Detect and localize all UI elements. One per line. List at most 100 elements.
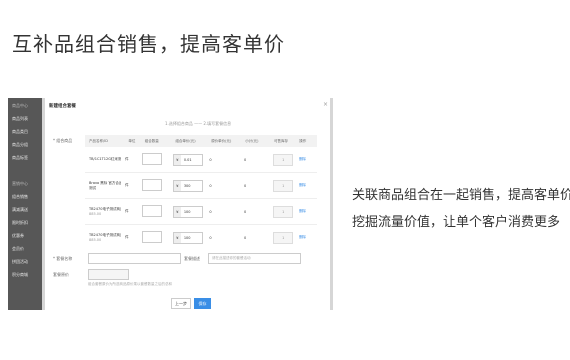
qty-input[interactable] <box>141 205 162 217</box>
product-name: Bravo 黑标 官方合适测试 <box>89 180 122 190</box>
table-row: TB2470电子测试商品 885.00 件 ¥100 0 0 1 删除 <box>85 225 317 245</box>
modal-title: 新建组合套餐 <box>49 104 76 109</box>
stock-cell: 1 <box>269 153 295 166</box>
sidebar-item <box>8 166 42 176</box>
sidebar-item[interactable]: 优惠券 <box>8 231 42 241</box>
product-name: TB/1C1T12G红米测试 <box>89 157 122 161</box>
steps-indicator: 1.选择组合商品 —— 2.填写套餐信息 <box>165 121 232 126</box>
desc-label: 套餐描述 <box>184 256 200 261</box>
price-cell: ¥100 <box>169 231 206 244</box>
sidebar-item[interactable]: 商品列表 <box>8 114 42 124</box>
column-header: 小计(元) <box>245 138 259 143</box>
sidebar-item[interactable]: 拼团活动 <box>8 257 42 267</box>
subtotal: 0 <box>244 235 247 240</box>
name-label: * 套餐名称 <box>53 256 73 261</box>
product-sub: 885.00 <box>89 237 102 242</box>
stock-input: 1 <box>273 205 294 218</box>
sidebar-item <box>8 283 42 293</box>
original-price: 0 <box>209 209 212 214</box>
price-input <box>88 269 129 280</box>
subtotal: 0 <box>244 209 247 214</box>
qty-cell <box>138 179 169 192</box>
price-label: 套餐原价 <box>53 272 69 277</box>
products-table: 产品名称/ID 单位 组合数量 组合单价(元) 原价单价(元) 小计(元) 可售库存 操作 T… <box>85 135 317 245</box>
unit-cell: 件 <box>125 235 129 239</box>
table-row: TB/1C1T12G红米测试件 ¥0.01 0 0 1删除 <box>85 147 317 173</box>
original-price: 0 <box>209 183 212 188</box>
desc-input[interactable]: 请在此描述你的套餐活动 <box>208 253 301 264</box>
qty-input[interactable] <box>141 153 162 165</box>
price-input[interactable]: ¥100 <box>172 205 203 218</box>
save-button[interactable]: 保存 <box>194 298 211 309</box>
currency-symbol: ¥ <box>173 180 181 191</box>
delete-link[interactable]: 删除 <box>295 209 317 214</box>
unit-cell: 件 <box>125 183 129 187</box>
product-cell: TB2470电子测试商品 885.00 <box>85 233 121 243</box>
qty-cell <box>138 231 169 244</box>
product-sub: 885.00 <box>89 211 102 216</box>
sidebar-item[interactable]: 商品分组 <box>8 140 42 150</box>
original-price: 0 <box>209 235 212 240</box>
close-icon[interactable]: × <box>323 101 328 108</box>
subtotal: 0 <box>244 157 247 162</box>
column-header: 操作 <box>299 138 307 143</box>
sidebar-item[interactable]: 限时折扣 <box>8 218 42 228</box>
stock-cell: 1 <box>269 179 295 192</box>
name-input[interactable] <box>88 253 181 264</box>
products-label: * 组合商品 <box>53 138 73 143</box>
table-row: TB2470电子测试商品 885.00 件 ¥100 0 0 1 删除 <box>85 199 317 225</box>
column-header: 组合单价(元) <box>175 138 196 143</box>
product-name: TB2470电子测试商品 <box>89 206 122 211</box>
delete-link[interactable]: 删除 <box>295 183 317 188</box>
headline: 互补品组合销售，提高客单价 <box>12 32 285 56</box>
qty-cell <box>138 205 169 218</box>
combo-modal: 新建组合套餐 × 1.选择组合商品 —— 2.填写套餐信息 * 组合商品 产品名… <box>45 98 330 310</box>
currency-symbol: ¥ <box>173 232 181 243</box>
feature-text-line-2: 挖掘流量价值，让单个客户消费更多 <box>352 215 561 230</box>
sidebar-item <box>8 309 42 310</box>
stock-input: 1 <box>273 231 294 244</box>
qty-input[interactable] <box>141 179 162 191</box>
price-input[interactable]: ¥100 <box>172 231 203 244</box>
product-cell: Bravo 黑标 官方合适测试 <box>85 181 121 191</box>
price-cell: ¥300 <box>169 179 206 192</box>
currency-symbol: ¥ <box>173 154 181 165</box>
feature-text-line-1: 关联商品组合在一起销售，提高客单价 <box>352 188 570 203</box>
prev-button[interactable]: 上一步 <box>171 298 191 309</box>
sidebar-item[interactable]: 商品标签 <box>8 153 42 163</box>
price-input[interactable]: ¥0.01 <box>172 153 203 166</box>
unit-cell: 件 <box>125 157 129 161</box>
column-header: 原价单价(元) <box>211 138 232 143</box>
sidebar-item: 商品中心 <box>12 103 28 108</box>
sidebar-item: 营销中心 <box>12 181 28 186</box>
subtotal: 0 <box>244 183 247 188</box>
price-value: 100 <box>183 235 191 240</box>
sidebar-item[interactable]: 组合销售 <box>8 192 42 202</box>
sidebar-item[interactable]: 商品类目 <box>8 127 42 137</box>
delete-link[interactable]: 删除 <box>295 235 317 240</box>
column-header: 单位 <box>128 138 136 143</box>
app-screenshot: 商品中心商品列表商品类目商品分组商品标签营销中心组合销售满减满送限时折扣优惠券会… <box>8 98 333 310</box>
price-input[interactable]: ¥300 <box>172 179 203 192</box>
unit-cell: 件 <box>125 209 129 213</box>
price-value: 300 <box>183 183 191 188</box>
price-value: 100 <box>183 209 191 214</box>
price-cell: ¥0.01 <box>169 153 206 166</box>
product-cell: TB2470电子测试商品 885.00 <box>85 207 121 217</box>
stock-cell: 1 <box>269 205 295 218</box>
price-cell: ¥100 <box>169 205 206 218</box>
qty-input[interactable] <box>141 231 162 243</box>
sidebar-item[interactable]: 会员价 <box>8 244 42 254</box>
stock-cell: 1 <box>269 231 295 244</box>
sidebar-item[interactable]: 满减满送 <box>8 205 42 215</box>
price-hint: 组合套餐原价为所选商品原价乘以套餐数量之后的总和 <box>88 282 172 286</box>
sidebar: 商品中心商品列表商品类目商品分组商品标签营销中心组合销售满减满送限时折扣优惠券会… <box>8 98 42 310</box>
delete-link[interactable]: 删除 <box>295 157 317 162</box>
column-header: 可售库存 <box>274 138 289 143</box>
product-cell: TB/1C1T12G红米测试 <box>85 157 121 162</box>
price-value: 0.01 <box>183 157 192 162</box>
sidebar-item[interactable]: 积分商城 <box>8 270 42 280</box>
table-row: Bravo 黑标 官方合适测试件 ¥300 0 0 1 删除 <box>85 173 317 199</box>
column-header: 产品名称/ID <box>89 138 108 143</box>
stock-input: 1 <box>273 153 294 166</box>
